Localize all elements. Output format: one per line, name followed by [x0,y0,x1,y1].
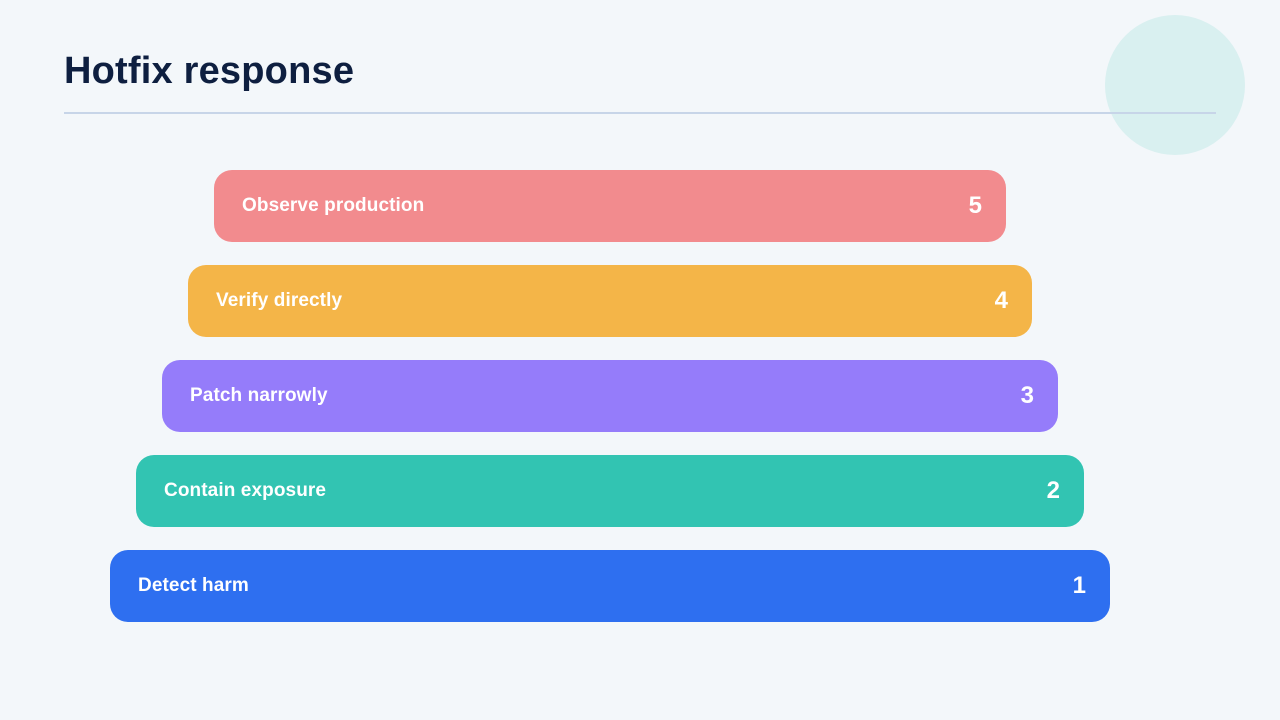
tier-label: Verify directly [216,290,343,311]
tier-label: Observe production [242,195,425,216]
tier-1: Detect harm 1 [110,550,1110,622]
tier-number: 2 [1046,477,1060,504]
tier-label: Patch narrowly [190,385,328,406]
tier-number: 4 [994,287,1008,314]
tier-5: Observe production 5 [214,170,1006,242]
tier-label: Detect harm [138,575,249,596]
tier-4: Verify directly 4 [188,265,1032,337]
tier-3: Patch narrowly 3 [162,360,1058,432]
tier-number: 5 [968,192,982,219]
tier-number: 1 [1072,572,1086,599]
priority-stack: Observe production 5 Verify directly 4 P… [0,0,1280,720]
tier-label: Contain exposure [164,480,327,501]
tier-2: Contain exposure 2 [136,455,1084,527]
tier-number: 3 [1020,382,1034,409]
